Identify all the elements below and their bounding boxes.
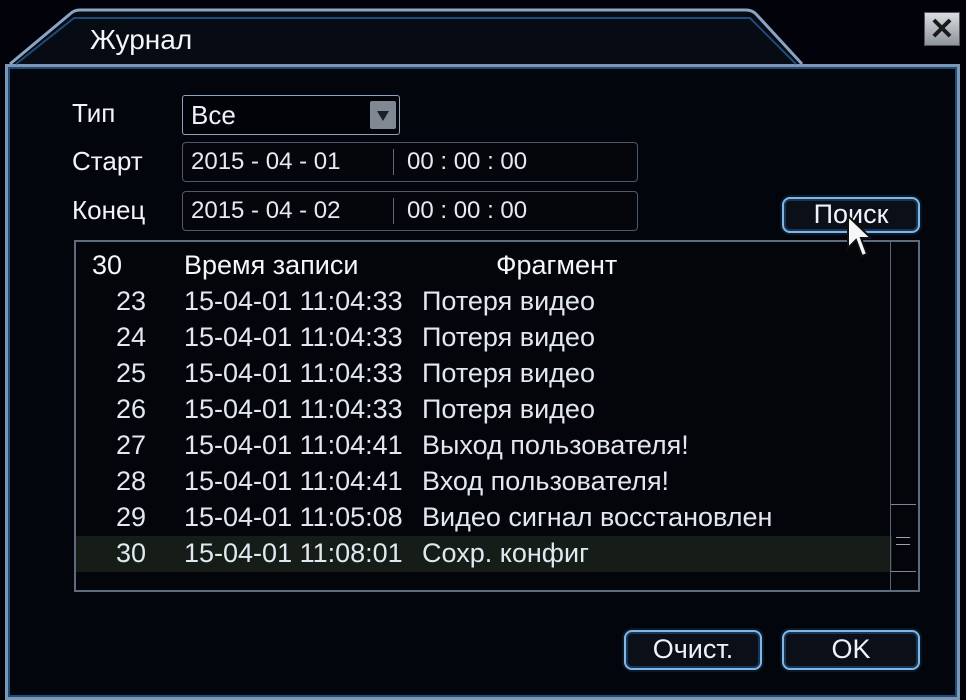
row-event: Сохр. конфиг [422,538,589,568]
row-time: 15-04-01 11:05:08 [184,502,403,532]
header-event: Фрагмент [496,250,618,280]
end-datetime-field[interactable]: 2015 - 04 - 02 00 : 00 : 00 [182,191,638,231]
row-event: Выход пользователя! [422,430,689,460]
close-button[interactable]: ✕ [924,12,960,46]
divider [393,149,394,175]
clear-button[interactable]: Очист. [624,630,762,670]
table-row[interactable]: 28 15-04-01 11:04:41 Вход пользователя! [76,464,892,500]
start-date[interactable]: 2015 - 04 - 01 [191,143,340,181]
ok-button[interactable]: OK [782,630,920,670]
row-event: Потеря видео [422,394,595,424]
type-select-value: Все [191,100,236,130]
row-number: 30 [116,538,147,568]
end-date[interactable]: 2015 - 04 - 02 [191,192,340,230]
row-number: 23 [116,286,147,316]
type-select[interactable]: Все [182,95,400,135]
row-event: Потеря видео [422,286,595,316]
mouse-pointer-icon [847,214,872,258]
table-row[interactable]: 27 15-04-01 11:04:41 Выход пользователя! [76,428,892,464]
end-time[interactable]: 00 : 00 : 00 [407,192,527,230]
row-event: Потеря видео [422,358,595,388]
chevron-down-icon[interactable] [370,101,396,129]
log-table: 30 Время записи Фрагмент 23 15-04-01 11:… [74,240,920,592]
row-time: 15-04-01 11:04:41 [184,430,403,460]
type-label: Тип [72,98,116,128]
table-scrollbar[interactable] [890,242,916,590]
row-event: Видео сигнал восстановлен [422,502,773,532]
log-dialog: Журнал ✕ Тип Все Старт 2015 - 04 - 01 00… [0,0,966,700]
table-row[interactable]: 25 15-04-01 11:04:33 Потеря видео [76,356,892,392]
row-time: 15-04-01 11:04:33 [184,358,403,388]
row-event: Вход пользователя! [422,466,670,496]
row-number: 27 [116,430,147,460]
row-time: 15-04-01 11:04:33 [184,322,403,352]
start-label: Старт [72,146,143,176]
start-time[interactable]: 00 : 00 : 00 [407,143,527,181]
dialog-title: Журнал [90,24,193,55]
row-time: 15-04-01 11:04:33 [184,394,403,424]
start-datetime-field[interactable]: 2015 - 04 - 01 00 : 00 : 00 [182,142,638,182]
table-row[interactable]: 26 15-04-01 11:04:33 Потеря видео [76,392,892,428]
row-number: 28 [116,466,147,496]
divider [393,198,394,224]
header-time: Время записи [184,250,359,280]
row-number: 24 [116,322,147,352]
row-time: 15-04-01 11:08:01 [184,538,403,568]
row-number: 29 [116,502,147,532]
header-count: 30 [92,250,123,280]
scrollbar-thumb[interactable] [891,504,916,572]
row-number: 26 [116,394,147,424]
table-row[interactable]: 29 15-04-01 11:05:08 Видео сигнал восста… [76,500,892,536]
end-label: Конец [72,195,146,225]
close-icon: ✕ [929,13,955,46]
row-event: Потеря видео [422,322,595,352]
table-row[interactable]: 24 15-04-01 11:04:33 Потеря видео [76,320,892,356]
row-time: 15-04-01 11:04:33 [184,286,403,316]
table-row-selected[interactable]: 30 15-04-01 11:08:01 Сохр. конфиг [76,536,892,572]
table-row[interactable]: 23 15-04-01 11:04:33 Потеря видео [76,284,892,320]
row-number: 25 [116,358,147,388]
row-time: 15-04-01 11:04:41 [184,466,403,496]
